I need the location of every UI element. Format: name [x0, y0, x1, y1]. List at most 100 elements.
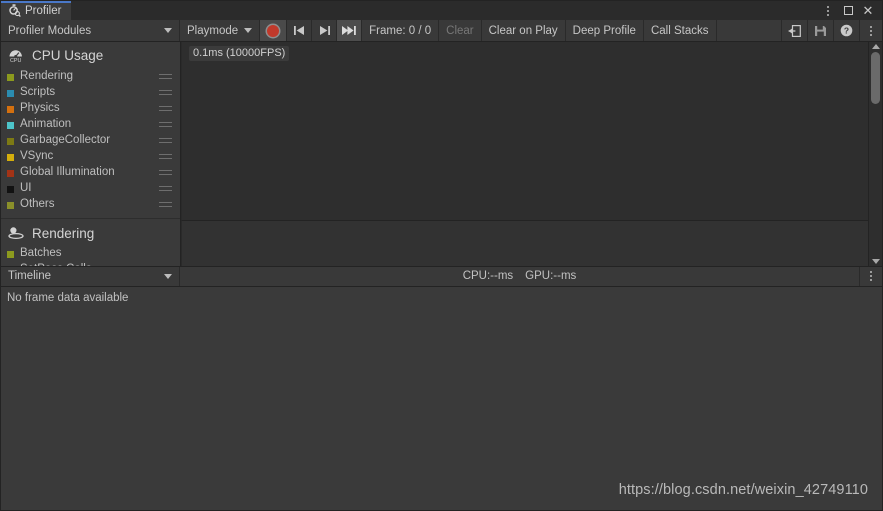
clear-on-play-button[interactable]: Clear on Play	[482, 20, 566, 41]
counter-row-scripts[interactable]: Scripts	[1, 85, 180, 101]
drag-handle-icon[interactable]	[159, 170, 172, 178]
cpu-time-label: CPU:--ms	[462, 270, 514, 282]
chart-column: 0.1ms (10000FPS)	[181, 42, 868, 266]
color-swatch	[7, 153, 14, 161]
call-stacks-label: Call Stacks	[650, 24, 709, 37]
save-frame-button[interactable]	[808, 20, 834, 41]
previous-frame-icon	[293, 26, 304, 35]
profiler-modules-dropdown[interactable]: Profiler Modules	[1, 20, 180, 41]
drag-handle-icon[interactable]	[159, 90, 172, 98]
chevron-down-icon	[164, 273, 172, 279]
counter-row-global-illumination[interactable]: Global Illumination	[1, 165, 180, 181]
more-options-button[interactable]	[860, 20, 882, 41]
deep-profile-button[interactable]: Deep Profile	[566, 20, 644, 41]
counter-row-physics[interactable]: Physics	[1, 101, 180, 117]
svg-text:CPU: CPU	[10, 58, 21, 63]
cpu-usage-chart[interactable]: 0.1ms (10000FPS)	[181, 42, 868, 221]
chart-scale-label: 0.1ms (10000FPS)	[189, 46, 290, 62]
profiler-window: Profiler ✕ Profiler Modules Playmode Fra…	[0, 0, 883, 511]
clear-label: Clear	[446, 24, 474, 37]
scrollbar-thumb[interactable]	[871, 52, 880, 104]
frame-time-readout: CPU:--ms GPU:--ms	[180, 267, 859, 286]
clear-button[interactable]: Clear	[439, 20, 482, 41]
color-swatch	[7, 89, 14, 97]
scroll-down-icon[interactable]	[871, 258, 880, 264]
counter-label: Global Illumination	[20, 166, 115, 179]
module-header-cpu-usage[interactable]: CPU CPU Usage	[1, 42, 180, 69]
module-title: Rendering	[32, 225, 95, 241]
counter-label: VSync	[20, 150, 54, 163]
titlebar-drag-area	[71, 1, 818, 20]
scrollbar-track[interactable]	[869, 51, 882, 257]
counter-row-setpass-calls[interactable]: SetPass Calls	[1, 262, 180, 266]
rendering-icon	[7, 225, 26, 243]
counter-label: GarbageCollector	[20, 134, 111, 147]
color-swatch	[7, 185, 14, 193]
close-icon[interactable]: ✕	[858, 1, 878, 20]
load-frame-icon	[788, 24, 801, 37]
timeline-more-options-button[interactable]	[859, 266, 882, 286]
load-frame-button[interactable]	[782, 20, 808, 41]
stopwatch-search-icon	[8, 3, 21, 20]
record-button[interactable]	[260, 20, 288, 41]
counter-row-garbagecollector[interactable]: GarbageCollector	[1, 133, 180, 149]
drag-handle-icon[interactable]	[159, 106, 172, 114]
counter-label: Physics	[20, 102, 60, 115]
drag-handle-icon[interactable]	[159, 186, 172, 194]
counter-row-ui[interactable]: UI	[1, 181, 180, 197]
counter-label: UI	[20, 182, 32, 195]
scroll-up-icon[interactable]	[871, 44, 880, 49]
call-stacks-button[interactable]: Call Stacks	[644, 20, 717, 41]
svg-text:?: ?	[844, 26, 849, 36]
color-swatch	[7, 121, 14, 129]
color-swatch	[7, 105, 14, 113]
drag-handle-icon[interactable]	[159, 154, 172, 162]
deep-profile-label: Deep Profile	[572, 24, 636, 37]
help-button[interactable]: ?	[834, 20, 860, 41]
chevron-down-icon	[244, 28, 253, 33]
drag-handle-icon[interactable]	[159, 138, 172, 146]
toolbar-spacer	[717, 20, 782, 41]
profiler-main: CPU CPU Usage Rendering Scripts Physics	[1, 42, 882, 266]
frame-counter-label: Frame: 0 / 0	[369, 24, 432, 37]
watermark-text: https://blog.csdn.net/weixin_42749110	[618, 482, 868, 498]
counter-row-vsync[interactable]: VSync	[1, 149, 180, 165]
counter-label: Scripts	[20, 86, 56, 99]
counter-label: Others	[20, 198, 55, 211]
previous-frame-button[interactable]	[287, 20, 313, 41]
modules-scrollbar[interactable]	[868, 42, 882, 266]
color-swatch	[7, 137, 14, 145]
drag-handle-icon[interactable]	[159, 202, 172, 210]
timeline-view-dropdown[interactable]: Timeline	[1, 266, 180, 286]
horizontal-scrollbar[interactable]	[1, 505, 882, 510]
next-frame-button[interactable]	[312, 20, 338, 41]
counter-label: Rendering	[20, 70, 74, 83]
window-menu-icon[interactable]	[818, 1, 838, 20]
next-frame-icon	[319, 26, 330, 35]
clear-on-play-label: Clear on Play	[488, 24, 558, 37]
color-swatch	[7, 169, 14, 177]
gpu-time-label: GPU:--ms	[525, 270, 577, 282]
counter-row-others[interactable]: Others	[1, 197, 180, 213]
rendering-chart[interactable]	[181, 221, 868, 266]
frame-counter: Frame: 0 / 0	[362, 20, 440, 41]
counter-row-rendering[interactable]: Rendering	[1, 69, 180, 85]
maximize-icon[interactable]	[838, 1, 858, 20]
tab-profiler[interactable]: Profiler	[1, 1, 72, 20]
counter-row-batches[interactable]: Batches	[1, 246, 180, 262]
module-header-rendering[interactable]: Rendering	[1, 219, 180, 246]
save-frame-icon	[815, 25, 826, 36]
cpu-gauge-icon: CPU	[7, 46, 26, 66]
record-icon	[267, 24, 280, 37]
module-list[interactable]: CPU CPU Usage Rendering Scripts Physics	[1, 42, 181, 266]
drag-handle-icon[interactable]	[159, 74, 172, 82]
timeline-toolbar: Timeline CPU:--ms GPU:--ms	[1, 265, 882, 287]
playmode-dropdown[interactable]: Playmode	[180, 20, 261, 41]
last-frame-button[interactable]	[337, 20, 363, 41]
drag-handle-icon[interactable]	[159, 122, 172, 130]
empty-state-message: No frame data available	[7, 291, 129, 304]
color-swatch	[7, 201, 14, 209]
color-swatch	[7, 73, 14, 81]
window-titlebar: Profiler ✕	[1, 1, 882, 20]
counter-row-animation[interactable]: Animation	[1, 117, 180, 133]
